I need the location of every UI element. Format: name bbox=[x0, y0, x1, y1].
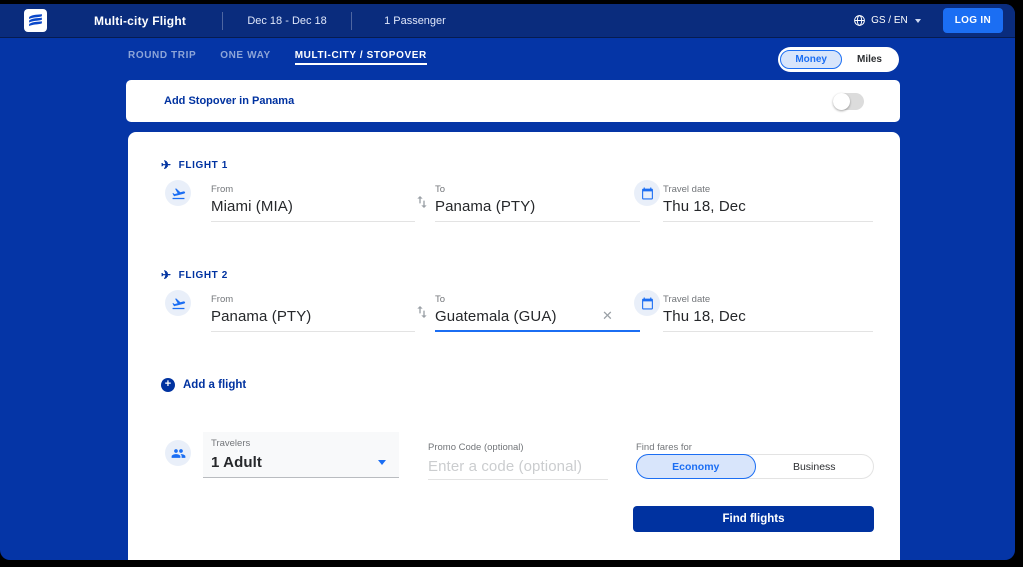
takeoff-glyph bbox=[171, 296, 186, 311]
promo-code-underline bbox=[428, 479, 608, 480]
flight-2-from-input[interactable]: Panama (PTY) bbox=[211, 308, 311, 325]
airline-logo-icon bbox=[27, 12, 44, 29]
add-flight-label: Add a flight bbox=[183, 379, 246, 391]
flight-1-to-input[interactable]: Panama (PTY) bbox=[435, 198, 535, 215]
flight-2-to-underline-focused bbox=[435, 330, 640, 332]
calendar-icon bbox=[641, 297, 654, 310]
app-window: Multi-city Flight Dec 18 - Dec 18 1 Pass… bbox=[0, 4, 1015, 560]
promo-code-input[interactable]: Enter a code (optional) bbox=[428, 458, 582, 475]
flight-1-from-underline bbox=[211, 221, 415, 222]
stopover-toggle-knob bbox=[833, 93, 850, 110]
trip-dates-summary[interactable]: Dec 18 - Dec 18 bbox=[223, 15, 351, 27]
currency-option-money[interactable]: Money bbox=[780, 50, 842, 69]
flight-1-date-input[interactable]: Thu 18, Dec bbox=[663, 198, 746, 215]
flight-2-from-label: From bbox=[211, 294, 233, 305]
fare-class-label: Find fares for bbox=[636, 442, 692, 453]
stopover-bar: Add Stopover in Panama bbox=[126, 80, 900, 122]
login-button[interactable]: LOG IN bbox=[943, 8, 1003, 33]
travelers-value[interactable]: 1 Adult bbox=[211, 454, 262, 471]
booking-card: ✈ FLIGHT 1 From Miami (MIA) To Panama (P… bbox=[128, 132, 900, 560]
flight-1-from-input[interactable]: Miami (MIA) bbox=[211, 198, 293, 215]
passenger-count-summary[interactable]: 1 Passenger bbox=[384, 15, 446, 27]
promo-code-label: Promo Code (optional) bbox=[428, 442, 524, 453]
takeoff-glyph bbox=[171, 186, 186, 201]
flight-1-date-label: Travel date bbox=[663, 184, 710, 195]
stopover-toggle[interactable] bbox=[833, 93, 864, 110]
airline-logo[interactable] bbox=[24, 9, 47, 32]
stopover-label: Add Stopover in Panama bbox=[164, 95, 294, 107]
fare-class-toggle: Economy Business bbox=[636, 454, 874, 479]
travelers-chevron-down-icon bbox=[378, 460, 386, 465]
flight-2-label: FLIGHT 2 bbox=[179, 270, 228, 281]
language-selector[interactable]: GS / EN bbox=[853, 14, 921, 27]
flight-takeoff-icon bbox=[165, 180, 191, 206]
travelers-label: Travelers bbox=[211, 438, 250, 449]
plane-icon: ✈ bbox=[161, 268, 172, 282]
plus-circle-icon: + bbox=[161, 378, 175, 392]
clear-destination-icon[interactable]: ✕ bbox=[602, 308, 613, 324]
flight-2-to-input[interactable]: Guatemala (GUA) bbox=[435, 308, 557, 325]
swap-airports-icon[interactable] bbox=[414, 194, 430, 215]
calendar-icon bbox=[641, 187, 654, 200]
trip-type-tabs: ROUND TRIP ONE WAY MULTI-CITY / STOPOVER bbox=[128, 40, 427, 74]
flight-2-from-underline bbox=[211, 331, 415, 332]
plane-icon: ✈ bbox=[161, 158, 172, 172]
flight-1-to-label: To bbox=[435, 184, 445, 195]
flight-2-date-input[interactable]: Thu 18, Dec bbox=[663, 308, 746, 325]
flight-1-date-underline bbox=[663, 221, 873, 222]
flight-1-label: FLIGHT 1 bbox=[179, 160, 228, 171]
flight-2-date-label: Travel date bbox=[663, 294, 710, 305]
flight-1-from-label: From bbox=[211, 184, 233, 195]
fare-option-economy[interactable]: Economy bbox=[636, 454, 756, 479]
flight-1-to-underline bbox=[435, 221, 640, 222]
top-header-bar: Multi-city Flight Dec 18 - Dec 18 1 Pass… bbox=[0, 4, 1015, 38]
calendar-icon-circle bbox=[634, 180, 660, 206]
currency-toggle: Money Miles bbox=[778, 47, 899, 72]
flight-2-date-underline bbox=[663, 331, 873, 332]
chevron-down-icon bbox=[915, 19, 921, 23]
swap-airports-icon[interactable] bbox=[414, 304, 430, 325]
tab-round-trip[interactable]: ROUND TRIP bbox=[128, 50, 196, 65]
language-selector-label: GS / EN bbox=[871, 15, 908, 26]
currency-option-miles[interactable]: Miles bbox=[842, 50, 897, 69]
flight-takeoff-icon bbox=[165, 290, 191, 316]
travelers-icon-circle bbox=[165, 440, 191, 466]
page-title: Multi-city Flight bbox=[94, 14, 186, 28]
people-icon bbox=[171, 446, 186, 461]
header-divider bbox=[351, 12, 352, 30]
tab-one-way[interactable]: ONE WAY bbox=[220, 50, 271, 65]
add-flight-button[interactable]: + Add a flight bbox=[161, 378, 246, 392]
find-flights-button[interactable]: Find flights bbox=[633, 506, 874, 532]
flight-2-header: ✈ FLIGHT 2 bbox=[161, 268, 228, 282]
flight-1-header: ✈ FLIGHT 1 bbox=[161, 158, 228, 172]
fare-option-business[interactable]: Business bbox=[756, 455, 874, 478]
flight-2-to-label: To bbox=[435, 294, 445, 305]
calendar-icon-circle bbox=[634, 290, 660, 316]
tab-multi-city-stopover[interactable]: MULTI-CITY / STOPOVER bbox=[295, 50, 427, 65]
globe-icon bbox=[853, 14, 866, 27]
